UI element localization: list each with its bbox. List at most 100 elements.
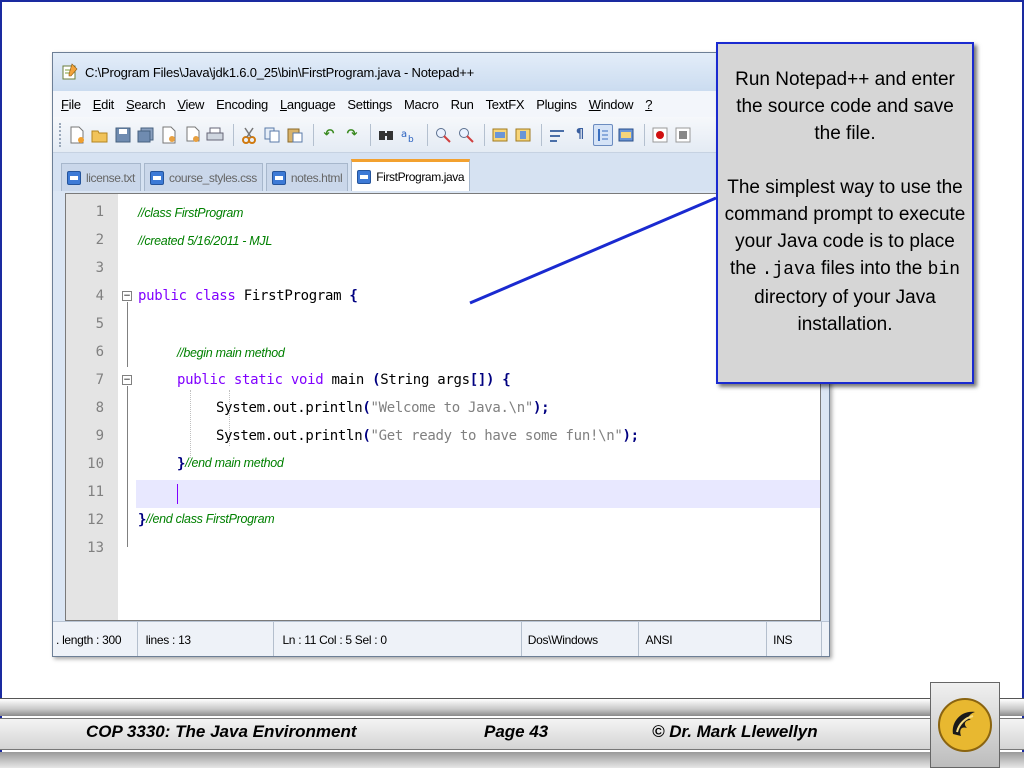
line-number: 8 <box>95 400 104 416</box>
code-line[interactable]: 8 System.out.println("Welcome to Java.\n… <box>66 396 820 424</box>
operator-paren-semicolon: ); <box>622 428 639 444</box>
line-number: 4 <box>95 288 104 304</box>
footer-rule <box>0 698 1024 716</box>
tab-label: notes.html <box>290 170 343 185</box>
saved-file-icon <box>149 170 164 185</box>
menu-item-plugins[interactable]: Plugins <box>536 97 577 112</box>
cut-icon[interactable] <box>239 124 259 146</box>
record-macro-icon[interactable] <box>650 124 670 146</box>
menu-item-window[interactable]: Window <box>589 97 634 112</box>
code-line[interactable]: 5 <box>66 312 820 340</box>
toolbar-separator <box>644 123 645 146</box>
toolbar: ↶ ↷ ab ¶ <box>53 117 829 153</box>
status-insert-mode: INS <box>767 622 823 656</box>
callout-code-java: .java <box>761 260 816 280</box>
code-editor[interactable]: − − 1 //class FirstProgram 2 //created 5… <box>65 193 821 621</box>
operator-brackets: []) <box>469 372 495 388</box>
svg-text:a: a <box>401 129 407 140</box>
code-line[interactable]: 3 <box>66 256 820 284</box>
toolbar-grip[interactable] <box>59 122 63 147</box>
toolbar-separator <box>484 123 485 146</box>
menu-item-view[interactable]: View <box>177 97 204 112</box>
callout-text: directory of your Java installation. <box>754 287 936 335</box>
tab-firstprogram-java[interactable]: FirstProgram.java <box>351 159 471 191</box>
line-number: 12 <box>87 512 104 528</box>
identifier-main: main <box>331 372 365 388</box>
identifier-params: String args <box>380 372 470 388</box>
print-icon[interactable] <box>205 124 225 146</box>
sync-vertical-icon[interactable] <box>490 124 510 146</box>
user-language-icon[interactable] <box>616 124 636 146</box>
menu-item-textfx[interactable]: TextFX <box>486 97 525 112</box>
show-all-characters-icon[interactable]: ¶ <box>570 124 590 146</box>
redo-icon[interactable]: ↷ <box>342 124 362 146</box>
copy-icon[interactable] <box>262 124 282 146</box>
code-comment: //created 5/16/2011 - MJL <box>138 234 273 248</box>
open-file-icon[interactable] <box>90 124 110 146</box>
code-line[interactable]: 2 //created 5/16/2011 - MJL <box>66 228 820 256</box>
footer-course: COP 3330: The Java Environment <box>86 722 357 741</box>
code-line[interactable]: 12 }//end class FirstProgram <box>66 508 820 536</box>
keyword-class: class <box>194 288 236 304</box>
zoom-out-icon[interactable] <box>456 124 476 146</box>
status-position: Ln : 11 Col : 5 Sel : 0 <box>273 622 522 656</box>
menu-item-search[interactable]: Search <box>126 97 166 112</box>
footer-page-number: Page 43 <box>484 722 549 741</box>
undo-icon[interactable]: ↶ <box>319 124 339 146</box>
line-number: 3 <box>95 260 104 276</box>
sync-horizontal-icon[interactable] <box>513 124 533 146</box>
code-line[interactable]: 7 public static void main (String args[]… <box>66 368 820 396</box>
menu-item-run[interactable]: Run <box>451 97 474 112</box>
menu-item-macro[interactable]: Macro <box>404 97 439 112</box>
code-line[interactable]: 1 //class FirstProgram <box>66 200 820 228</box>
line-number: 1 <box>95 204 104 220</box>
menu-item-language[interactable]: Language <box>280 97 336 112</box>
tab-license-txt[interactable]: license.txt <box>61 163 141 191</box>
tab-course-styles-css[interactable]: course_styles.css <box>143 163 263 191</box>
close-file-icon[interactable] <box>159 124 179 146</box>
menu-label: Macro <box>403 96 439 112</box>
menu-item-file[interactable]: File <box>61 97 81 112</box>
operator-brace: { <box>349 288 358 304</box>
footer-rule <box>0 752 1024 768</box>
code-text: }//end class FirstProgram <box>138 512 275 528</box>
toolbar-separator <box>427 123 428 146</box>
toolbar-separator <box>541 123 542 146</box>
line-number: 10 <box>87 456 104 472</box>
find-icon[interactable] <box>376 124 396 146</box>
code-line[interactable]: 9 System.out.println("Get ready to have … <box>66 424 820 452</box>
paste-icon[interactable] <box>285 124 305 146</box>
text-caret <box>177 484 178 504</box>
word-wrap-icon[interactable] <box>547 124 567 146</box>
toolbar-separator <box>370 123 371 146</box>
code-line[interactable]: 4 public class FirstProgram { <box>66 284 820 312</box>
menu-item-help[interactable]: ? <box>645 97 652 112</box>
indent-guide-icon[interactable] <box>593 123 613 146</box>
notepad-plus-plus-window: C:\Program Files\Java\jdk1.6.0_25\bin\Fi… <box>52 52 830 657</box>
code-comment: //end main method <box>185 456 284 470</box>
document-tab-bar: license.txt course_styles.css notes.html Fi… <box>53 153 829 191</box>
save-all-icon[interactable] <box>136 124 156 146</box>
save-icon[interactable] <box>113 124 133 146</box>
menu-item-encoding[interactable]: Encoding <box>216 97 268 112</box>
close-all-icon[interactable] <box>182 124 202 146</box>
operator-paren-semicolon: ); <box>533 400 550 416</box>
code-line[interactable]: 10 }//end main method <box>66 452 820 480</box>
code-line[interactable]: 6 //begin main method <box>66 340 820 368</box>
menu-item-settings[interactable]: Settings <box>347 97 392 112</box>
code-line[interactable]: 11 <box>66 480 820 508</box>
replace-icon[interactable]: ab <box>399 124 419 146</box>
line-number: 2 <box>95 232 104 248</box>
code-line[interactable]: 13 <box>66 536 820 564</box>
tab-notes-html[interactable]: notes.html <box>265 163 349 191</box>
new-file-icon[interactable] <box>67 124 87 146</box>
zoom-in-icon[interactable] <box>433 124 453 146</box>
stop-macro-icon[interactable] <box>673 124 693 146</box>
resize-grip-icon[interactable] <box>822 622 829 656</box>
code-comment: //begin main method <box>177 346 285 360</box>
menu-item-edit[interactable]: Edit <box>93 97 115 112</box>
tab-label: course_styles.css <box>168 170 257 185</box>
code-text: public static void main (String args[]) … <box>177 372 511 388</box>
tab-label: license.txt <box>86 170 135 185</box>
code-text: }//end main method <box>177 456 284 472</box>
